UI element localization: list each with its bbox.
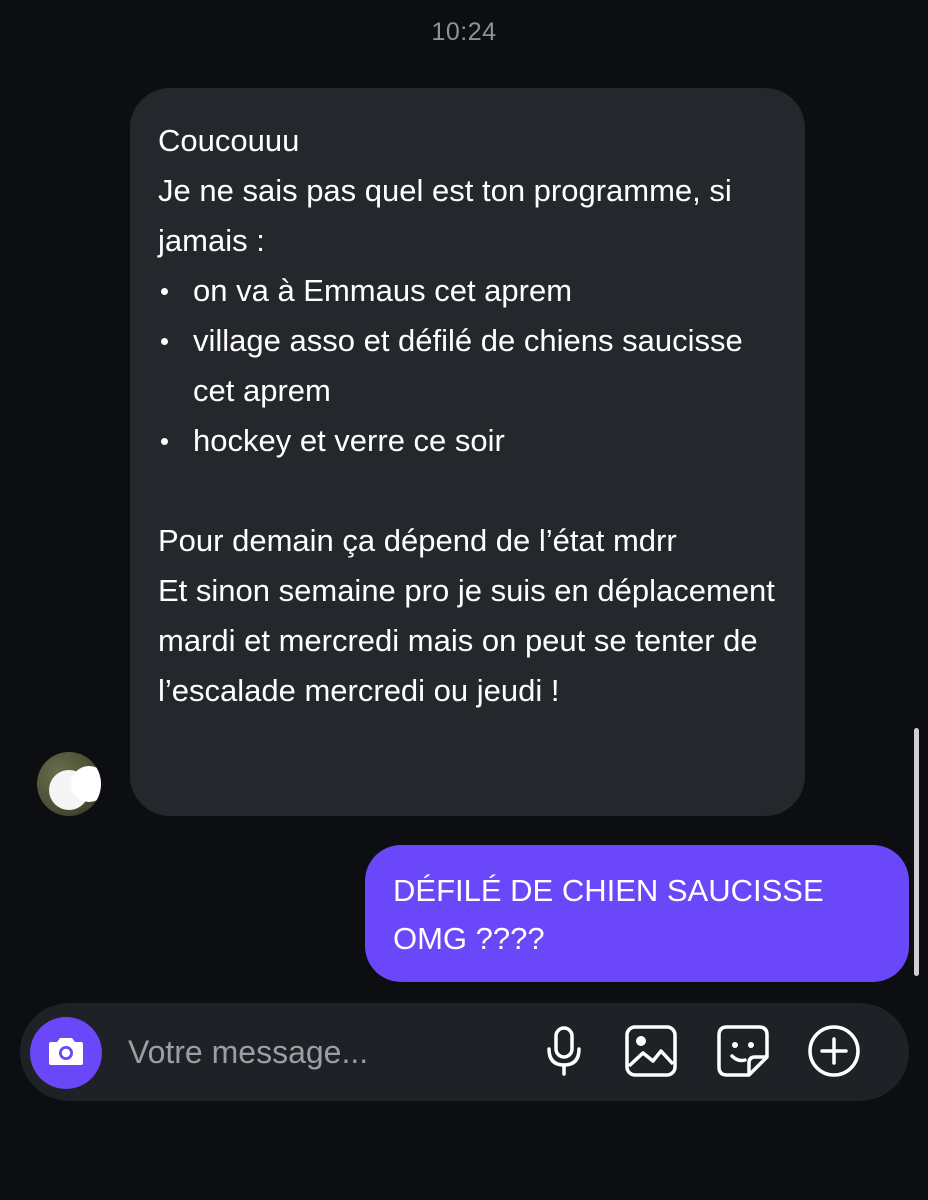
gallery-button[interactable] [623, 1024, 679, 1083]
sticker-button[interactable] [715, 1024, 771, 1083]
message-paragraph: Pour demain ça dépend de l’état mdrr [158, 523, 677, 558]
message-composer [20, 1003, 909, 1101]
sticker-icon [716, 1024, 770, 1083]
message-greeting: Coucouuu [158, 123, 300, 158]
camera-button[interactable] [30, 1017, 102, 1089]
message-intro: Je ne sais pas quel est ton programme, s… [158, 173, 732, 258]
bullet-item: on va à Emmaus cet aprem [158, 266, 777, 316]
microphone-icon [544, 1025, 584, 1082]
plus-circle-icon [807, 1024, 861, 1083]
image-icon [624, 1024, 678, 1083]
message-timestamp: 10:24 [431, 18, 497, 46]
message-bullet-list: on va à Emmaus cet aprem village asso et… [158, 266, 777, 466]
message-input[interactable] [128, 1025, 508, 1079]
message-paragraph: Et sinon semaine pro je suis en déplacem… [158, 573, 775, 708]
chat-screen: 10:24 Coucouuu Je ne sais pas quel est t… [0, 0, 928, 1200]
more-options-button[interactable] [806, 1024, 862, 1083]
bullet-item: hockey et verre ce soir [158, 416, 777, 466]
avatar-redaction [71, 766, 101, 802]
camera-icon [47, 1035, 85, 1072]
voice-message-button[interactable] [536, 1025, 592, 1081]
outgoing-message-bubble[interactable]: DÉFILÉ DE CHIEN SAUCISSE OMG ???? [365, 845, 909, 982]
incoming-message-bubble[interactable]: Coucouuu Je ne sais pas quel est ton pro… [130, 88, 805, 816]
sender-avatar[interactable] [37, 752, 101, 816]
scrollbar[interactable] [914, 728, 919, 976]
outgoing-message-text: DÉFILÉ DE CHIEN SAUCISSE OMG ???? [393, 873, 824, 956]
bullet-item: village asso et défilé de chiens sauciss… [158, 316, 777, 416]
